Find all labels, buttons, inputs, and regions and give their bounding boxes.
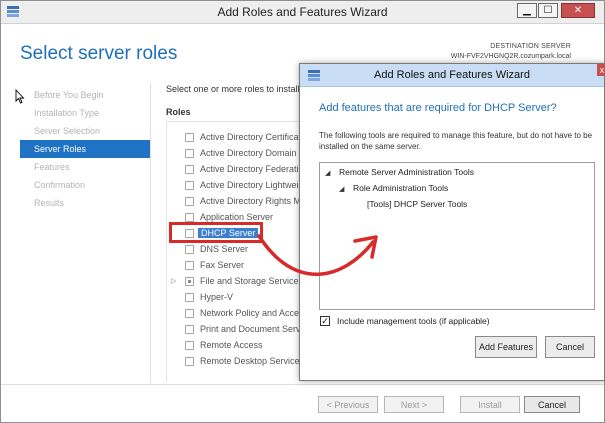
wizard-nav: Before You Begin Installation Type Serve…	[20, 86, 150, 212]
dialog-cancel-button[interactable]: Cancel	[545, 336, 595, 358]
annotation-arrow-icon	[257, 234, 378, 276]
role-label: Print and Document Serv	[200, 324, 301, 334]
role-checkbox[interactable]	[185, 165, 194, 174]
role-row[interactable]: Active Directory Domain	[167, 146, 302, 162]
tree-item-remote-server-admin-tools[interactable]: Remote Server Administration Tools	[339, 167, 474, 177]
nav-item-server-roles[interactable]: Server Roles	[20, 140, 150, 158]
role-label: Active Directory Rights M	[200, 196, 302, 206]
page-title: Select server roles	[20, 43, 178, 64]
role-row[interactable]: Active Directory Federatio	[167, 162, 302, 178]
role-label: Network Policy and Acce	[200, 308, 300, 318]
expand-arrow-icon[interactable]: ▷	[171, 277, 176, 285]
tree-item-role-admin-tools[interactable]: Role Administration Tools	[353, 183, 448, 193]
footer-divider	[1, 384, 604, 385]
role-row[interactable]: Active Directory Certificat	[167, 130, 302, 146]
role-checkbox[interactable]	[185, 261, 194, 270]
role-checkbox[interactable]	[185, 357, 194, 366]
collapse-arrow-icon[interactable]: ◢	[339, 185, 344, 193]
destination-label: DESTINATION SERVER	[490, 43, 571, 50]
role-label: DNS Server	[200, 244, 249, 254]
role-row[interactable]: Active Directory Lightweig	[167, 178, 302, 194]
role-checkbox[interactable]	[185, 325, 194, 334]
role-label: Hyper-V	[200, 292, 234, 302]
role-checkbox[interactable]	[185, 213, 194, 222]
role-checkbox[interactable]	[185, 197, 194, 206]
role-label: Active Directory Lightweig	[200, 180, 302, 190]
role-checkbox[interactable]	[185, 133, 194, 142]
instruction-text: Select one or more roles to install	[166, 84, 300, 94]
dialog-description: The following tools are required to mana…	[319, 131, 593, 151]
dialog-title: Add Roles and Features Wizard	[374, 69, 530, 81]
role-label: Remote Desktop Services	[200, 356, 302, 366]
role-label: Remote Access	[200, 340, 263, 350]
role-checkbox[interactable]	[185, 245, 194, 254]
role-label: Application Server	[200, 212, 274, 222]
highlight-box	[169, 222, 263, 243]
role-checkbox[interactable]	[185, 277, 194, 286]
dialog-close-button[interactable]: x	[597, 64, 605, 76]
nav-item-results[interactable]: Results	[20, 194, 150, 212]
maximize-button[interactable]: ☐	[538, 3, 558, 18]
window-title: Add Roles and Features Wizard	[217, 5, 388, 19]
dialog-heading: Add features that are required for DHCP …	[319, 102, 557, 114]
role-checkbox[interactable]	[185, 309, 194, 318]
nav-item-before-you-begin[interactable]: Before You Begin	[20, 86, 150, 104]
previous-button[interactable]: < Previous	[318, 396, 378, 413]
collapse-arrow-icon[interactable]: ◢	[325, 169, 330, 177]
nav-item-features[interactable]: Features	[20, 158, 150, 176]
cancel-button[interactable]: Cancel	[524, 396, 580, 413]
role-checkbox[interactable]	[185, 149, 194, 158]
role-label: Active Directory Certificat	[200, 132, 302, 142]
include-tools-label: Include management tools (if applicable)	[337, 316, 490, 326]
role-row[interactable]: Print and Document Serv	[167, 322, 302, 338]
tree-item-dhcp-server-tools[interactable]: [Tools] DHCP Server Tools	[367, 199, 467, 209]
role-checkbox[interactable]	[185, 341, 194, 350]
role-row[interactable]: Network Policy and Acce	[167, 306, 302, 322]
nav-item-confirmation[interactable]: Confirmation	[20, 176, 150, 194]
role-label: Fax Server	[200, 260, 245, 270]
nav-item-server-selection[interactable]: Server Selection	[20, 122, 150, 140]
role-label: Active Directory Federatio	[200, 164, 302, 174]
role-label: Active Directory Domain	[200, 148, 297, 158]
role-row[interactable]: Active Directory Rights M	[167, 194, 302, 210]
close-button[interactable]: ✕	[561, 3, 595, 18]
role-checkbox[interactable]	[185, 181, 194, 190]
role-row[interactable]: Remote Access	[167, 338, 302, 354]
title-bar[interactable]: Add Roles and Features Wizard ▁ ☐ ✕	[1, 1, 604, 24]
content-divider	[150, 83, 151, 383]
add-features-button[interactable]: Add Features	[475, 336, 537, 358]
nav-item-installation-type[interactable]: Installation Type	[20, 104, 150, 122]
next-button[interactable]: Next >	[384, 396, 444, 413]
role-row[interactable]: Remote Desktop Services	[167, 354, 302, 370]
destination-server: WIN-FVF2VHGNQ2R.cozumpark.local	[450, 53, 571, 60]
roles-heading: Roles	[166, 107, 191, 117]
include-tools-checkbox[interactable]: ✓	[320, 316, 330, 326]
role-row[interactable]: Hyper-V	[167, 290, 302, 306]
install-button[interactable]: Install	[460, 396, 520, 413]
add-features-dialog: Add Roles and Features Wizard x Add feat…	[299, 63, 605, 381]
role-checkbox[interactable]	[185, 293, 194, 302]
minimize-button[interactable]: ▁	[517, 3, 537, 18]
dialog-title-bar[interactable]: Add Roles and Features Wizard x	[300, 64, 605, 87]
